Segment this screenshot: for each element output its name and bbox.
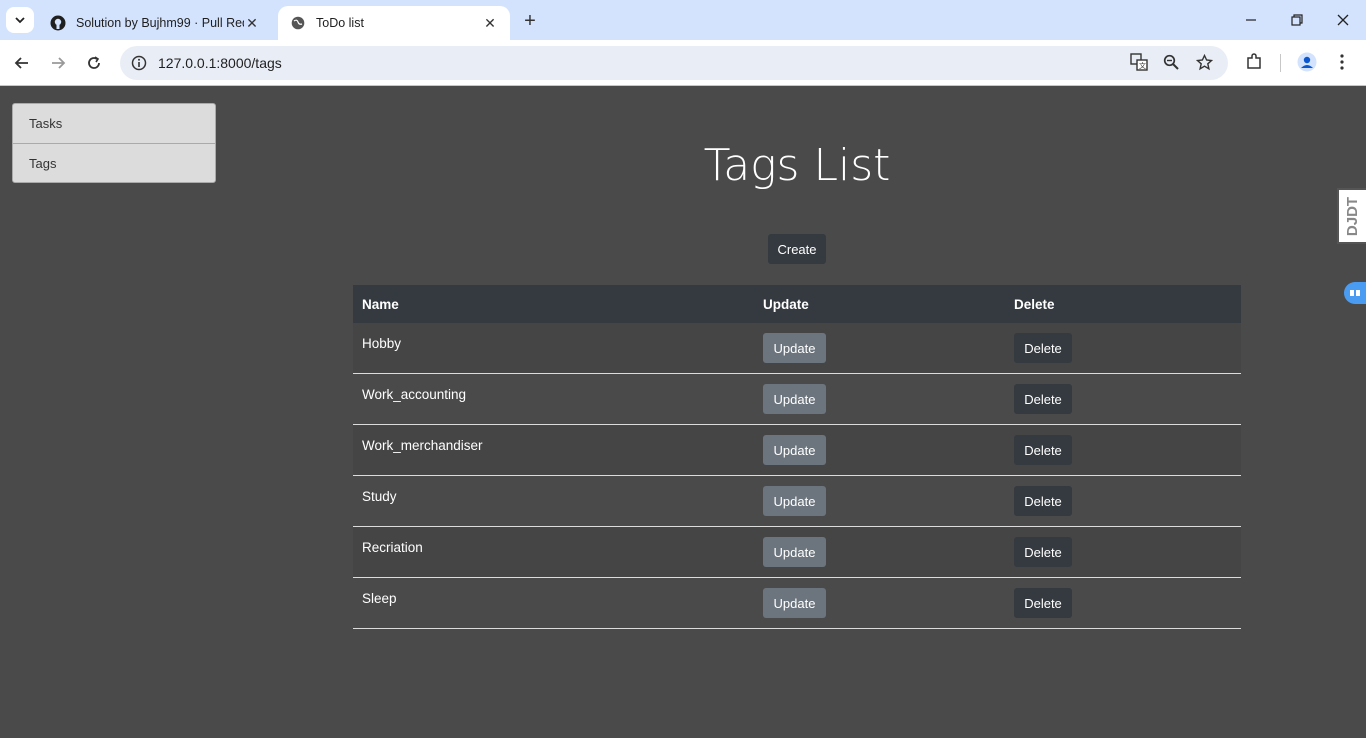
header-name: Name <box>362 296 399 312</box>
tag-name: Work_accounting <box>362 387 467 402</box>
profile-avatar-icon[interactable] <box>1296 51 1318 73</box>
delete-button[interactable]: Delete <box>1014 486 1072 516</box>
minimize-icon[interactable] <box>1239 8 1263 32</box>
update-button[interactable]: Update <box>763 486 826 516</box>
delete-button[interactable]: Delete <box>1014 588 1072 618</box>
table-row: Study Update Delete <box>353 476 1241 527</box>
back-arrow-icon[interactable] <box>10 51 34 75</box>
tab-title: Solution by Bujhm99 · Pull Requ <box>76 16 244 30</box>
browser-tab-bar: Solution by Bujhm99 · Pull Requ ✕ ToDo l… <box>0 0 1366 40</box>
table-header: Name Update Delete <box>353 285 1241 323</box>
table-row: Work_accounting Update Delete <box>353 374 1241 425</box>
toolbar-separator <box>1280 54 1281 72</box>
bookmark-star-icon[interactable] <box>1193 51 1215 73</box>
table-row: Hobby Update Delete <box>353 323 1241 374</box>
extension-badge-icon[interactable] <box>1344 282 1366 304</box>
more-menu-icon[interactable] <box>1331 51 1353 73</box>
site-info-icon[interactable] <box>122 46 156 80</box>
debug-toolbar-label: DJDT <box>1344 196 1362 236</box>
tab-github-pull-request[interactable]: Solution by Bujhm99 · Pull Requ ✕ <box>38 6 272 40</box>
svg-text:文: 文 <box>1139 61 1146 70</box>
sidebar-item-tasks[interactable]: Tasks <box>13 104 215 143</box>
update-button[interactable]: Update <box>763 435 826 465</box>
globe-icon <box>290 15 306 31</box>
translate-icon[interactable]: 文 <box>1128 51 1150 73</box>
close-tab-icon[interactable]: ✕ <box>482 15 498 31</box>
tag-name: Work_merchandiser <box>362 438 483 453</box>
delete-button[interactable]: Delete <box>1014 435 1072 465</box>
update-button[interactable]: Update <box>763 384 826 414</box>
update-button[interactable]: Update <box>763 588 826 618</box>
delete-button[interactable]: Delete <box>1014 537 1072 567</box>
tag-name: Study <box>362 489 397 504</box>
tab-todo-list[interactable]: ToDo list ✕ <box>278 6 510 40</box>
tab-title: ToDo list <box>316 16 364 30</box>
table-body: Hobby Update Delete Work_accounting Upda… <box>353 323 1241 629</box>
tab-search-button[interactable] <box>6 7 34 33</box>
forward-arrow-icon[interactable] <box>46 51 70 75</box>
create-button[interactable]: Create <box>768 234 826 264</box>
reload-icon[interactable] <box>82 51 106 75</box>
new-tab-button[interactable]: + <box>518 9 542 33</box>
chevron-down-icon <box>15 17 25 24</box>
update-button[interactable]: Update <box>763 537 826 567</box>
restore-icon[interactable] <box>1285 8 1309 32</box>
tag-name: Hobby <box>362 336 402 351</box>
tag-name: Recriation <box>362 540 423 555</box>
table-row: Recriation Update Delete <box>353 527 1241 578</box>
page-title: Tags List <box>703 140 891 191</box>
url-text: 127.0.0.1:8000/tags <box>158 55 282 71</box>
tags-table: Name Update Delete Hobby Update Delete W… <box>353 285 1241 629</box>
address-bar[interactable]: 127.0.0.1:8000/tags <box>120 46 1228 80</box>
close-window-icon[interactable] <box>1331 8 1355 32</box>
table-row: Work_merchandiser Update Delete <box>353 425 1241 476</box>
table-row: Sleep Update Delete <box>353 578 1241 629</box>
header-update: Update <box>763 296 809 312</box>
tag-name: Sleep <box>362 591 397 606</box>
close-tab-icon[interactable]: ✕ <box>244 15 260 31</box>
browser-toolbar: 127.0.0.1:8000/tags 文 <box>0 40 1366 86</box>
github-icon <box>50 15 66 31</box>
header-delete: Delete <box>1014 296 1055 312</box>
extensions-icon[interactable] <box>1243 51 1265 73</box>
debug-toolbar-handle[interactable]: DJDT <box>1337 188 1366 244</box>
delete-button[interactable]: Delete <box>1014 384 1072 414</box>
update-button[interactable]: Update <box>763 333 826 363</box>
zoom-icon[interactable] <box>1160 51 1182 73</box>
delete-button[interactable]: Delete <box>1014 333 1072 363</box>
